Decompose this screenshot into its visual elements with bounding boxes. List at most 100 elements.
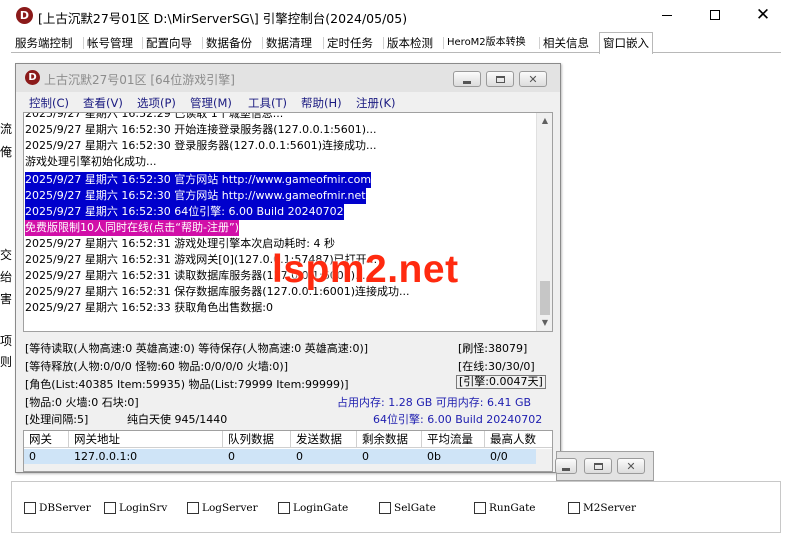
log-scrollbar[interactable]: ▲ ▼	[536, 113, 552, 331]
tab-data-cleanup[interactable]: 数据清理	[266, 33, 312, 53]
menu-register[interactable]: 注册(K)	[356, 95, 396, 111]
menu-options[interactable]: 选项(P)	[137, 95, 176, 111]
app-logo-icon: D	[16, 7, 33, 24]
close-icon: ✕	[626, 459, 636, 473]
tab-config-wizard[interactable]: 配置向导	[146, 33, 192, 53]
checkbox-icon[interactable]	[474, 502, 486, 514]
close-icon: ✕	[755, 4, 771, 25]
stat-role-list: [角色(List:40385 Item:59935) 物品(List:79999…	[25, 378, 349, 391]
log-line: 游戏处理引擎初始化成功...	[25, 155, 157, 168]
checkbox-logserver[interactable]: LogServer	[187, 501, 258, 515]
grid-cell: 0	[362, 450, 369, 463]
checkbox-icon[interactable]	[24, 502, 36, 514]
tab-data-backup[interactable]: 数据备份	[206, 33, 252, 53]
grid-horizontal-scrollbar[interactable]	[24, 464, 552, 471]
tab-version-check[interactable]: 版本检测	[387, 33, 433, 53]
background-text-fragment: 项	[0, 334, 13, 348]
tab-account-manage[interactable]: 帐号管理	[87, 33, 133, 53]
background-text-fragment: 害	[0, 292, 13, 306]
grid-cell: 127.0.0.1:0	[74, 450, 138, 463]
child2-minimize-button[interactable]	[555, 458, 577, 474]
menu-view[interactable]: 查看(V)	[83, 95, 123, 111]
checkbox-label: SelGate	[394, 502, 436, 514]
child-minimize-button[interactable]	[453, 71, 481, 87]
checkbox-m2server[interactable]: M2Server	[568, 501, 636, 515]
scroll-up-icon[interactable]: ▲	[540, 116, 550, 126]
checkbox-icon[interactable]	[187, 502, 199, 514]
column-header[interactable]: 最高人数	[485, 431, 545, 448]
stat-angel: 纯白天使 945/1440	[127, 413, 228, 426]
stat-items: [物品:0 火墙:0 石块:0]	[25, 396, 139, 409]
grid-header: 网关 网关地址 队列数据 发送数据 剩余数据 平均流量 最高人数	[24, 431, 552, 448]
menu-help[interactable]: 帮助(H)	[301, 95, 342, 111]
checkbox-selgate[interactable]: SelGate	[379, 501, 436, 515]
scroll-down-icon[interactable]: ▼	[540, 318, 550, 328]
watermark-text: lspm2.net	[272, 248, 459, 291]
log-line: 2025/9/27 星期六 16:52:30 开始连接登录服务器(127.0.0…	[25, 123, 377, 136]
minimize-icon	[463, 80, 471, 84]
stat-online: [在线:30/30/0]	[458, 360, 535, 373]
server-status-bar: DBServer LoginSrv LogServer LoginGate Se…	[11, 481, 781, 533]
gateway-grid[interactable]: 网关 网关地址 队列数据 发送数据 剩余数据 平均流量 最高人数 0 127.0…	[23, 430, 553, 472]
menu-manage[interactable]: 管理(M)	[190, 95, 232, 111]
table-row[interactable]: 0 127.0.0.1:0 0 0 0 0b 0/0	[24, 449, 536, 465]
checkbox-label: M2Server	[583, 502, 637, 514]
column-header[interactable]: 发送数据	[291, 431, 357, 448]
child-logo-icon: D	[25, 70, 40, 85]
tab-related-info[interactable]: 相关信息	[543, 33, 589, 53]
log-line-notice[interactable]: 免费版限制10人同时在线(点击“帮助-注册”)	[25, 220, 239, 236]
checkbox-logingate[interactable]: LoginGate	[278, 501, 348, 515]
checkbox-icon[interactable]	[278, 502, 290, 514]
scroll-thumb[interactable]	[540, 281, 550, 315]
tab-server-control[interactable]: 服务端控制	[15, 33, 73, 53]
tab-scheduled-tasks[interactable]: 定时任务	[327, 33, 373, 53]
child2-restore-button[interactable]	[584, 458, 612, 474]
column-header[interactable]: 网关地址	[69, 431, 223, 448]
child-restore-button[interactable]	[486, 71, 514, 87]
tab-herom2-convert[interactable]: HeroM2版本转换	[447, 33, 526, 53]
checkbox-icon[interactable]	[379, 502, 391, 514]
column-header[interactable]: 队列数据	[223, 431, 291, 448]
checkbox-label: RunGate	[489, 502, 536, 514]
menu-control[interactable]: 控制(C)	[29, 95, 69, 111]
grid-cell: 0b	[427, 450, 441, 463]
child2-close-button[interactable]: ✕	[617, 458, 645, 474]
tab-separator	[539, 37, 540, 49]
child-menu-bar: 控制(C) 查看(V) 选项(P) 管理(M) 工具(T) 帮助(H) 注册(K…	[16, 94, 560, 112]
checkbox-label: LoginGate	[293, 502, 349, 514]
grid-cell: 0	[29, 450, 36, 463]
stat-release-wait: [等待释放(人物:0/0/0 怪物:60 物品:0/0/0/0 火墙:0)]	[25, 360, 288, 373]
engine-log[interactable]: 2025/9/27 星期六 16:52:29 已读取 1个城堡信息... 202…	[23, 112, 553, 332]
maximize-button[interactable]	[692, 0, 738, 30]
restore-icon	[495, 75, 505, 83]
grid-scrollbar[interactable]	[536, 449, 552, 465]
checkbox-icon[interactable]	[568, 502, 580, 514]
stat-memory: 占用内存: 1.28 GB 可用内存: 6.41 GB	[337, 396, 532, 409]
checkbox-label: LoginSrv	[119, 502, 168, 514]
checkbox-icon[interactable]	[104, 502, 116, 514]
column-header[interactable]: 剩余数据	[357, 431, 422, 448]
log-line: 2025/9/27 星期六 16:52:29 已读取 1个城堡信息...	[25, 112, 284, 120]
grid-cell: 0/0	[490, 450, 508, 463]
stat-engine-build: 64位引擎: 6.00 Build 20240702	[373, 413, 543, 426]
column-header[interactable]: 平均流量	[422, 431, 485, 448]
tab-window-embed[interactable]: 窗口嵌入	[599, 32, 653, 54]
close-button[interactable]: ✕	[740, 0, 786, 30]
background-text-fragment: 绐	[0, 270, 13, 284]
log-line-highlight: 2025/9/27 星期六 16:52:30 官方网站 http://www.g…	[25, 172, 372, 188]
tab-separator	[443, 37, 444, 49]
child-title-bar: D 上古沉默27号01区 [64位游戏引擎] ✕	[16, 64, 560, 92]
checkbox-label: DBServer	[39, 502, 91, 514]
child-close-button[interactable]: ✕	[519, 71, 547, 87]
background-text-fragment: 则	[0, 355, 13, 369]
menu-tools[interactable]: 工具(T)	[248, 95, 287, 111]
log-line: 2025/9/27 星期六 16:52:33 获取角色出售数据:0	[25, 301, 273, 314]
tab-separator	[262, 37, 263, 49]
stat-interval: [处理间隔:5]	[25, 413, 89, 426]
checkbox-dbserver[interactable]: DBServer	[24, 501, 91, 515]
minimize-button[interactable]	[644, 0, 690, 30]
column-header[interactable]: 网关	[24, 431, 69, 448]
checkbox-rungate[interactable]: RunGate	[474, 501, 536, 515]
close-icon: ✕	[528, 72, 538, 86]
checkbox-loginsrv[interactable]: LoginSrv	[104, 501, 167, 515]
